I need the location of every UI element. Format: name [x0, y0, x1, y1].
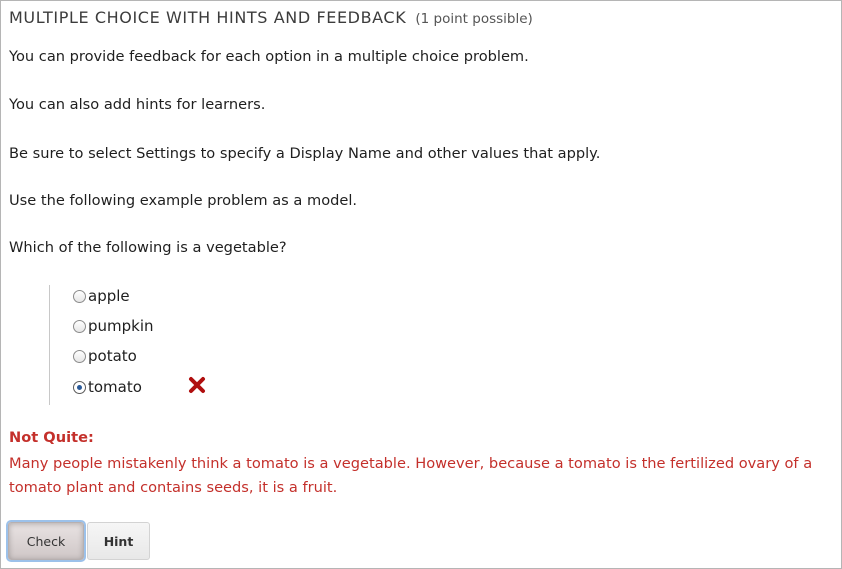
intro-paragraph-model: Use the following example problem as a m… — [9, 192, 358, 209]
intro-paragraph-feedback: You can provide feedback for each option… — [9, 48, 529, 65]
question-text: Which of the following is a vegetable? — [9, 239, 287, 256]
intro-paragraph-settings: Be sure to select Settings to specify a … — [9, 145, 601, 162]
problem-title: MULTIPLE CHOICE WITH HINTS AND FEEDBACK — [9, 8, 407, 27]
points-possible: (1 point possible) — [415, 11, 533, 27]
choice-potato[interactable]: potato — [73, 345, 137, 367]
choice-label[interactable]: pumpkin — [88, 317, 154, 335]
choice-pumpkin[interactable]: pumpkin — [73, 315, 154, 337]
radio-potato[interactable] — [73, 349, 86, 363]
choice-apple[interactable]: apple — [73, 285, 130, 307]
choice-group: apple pumpkin potato tomato — [49, 285, 250, 405]
choice-label[interactable]: potato — [88, 347, 137, 365]
intro-paragraph-hints: You can also add hints for learners. — [9, 96, 266, 113]
incorrect-x-icon — [189, 377, 205, 393]
feedback-message: Many people mistakenly think a tomato is… — [9, 455, 813, 496]
choice-label[interactable]: tomato — [88, 378, 142, 396]
problem-header: MULTIPLE CHOICE WITH HINTS AND FEEDBACK … — [9, 8, 533, 27]
hint-button[interactable]: Hint — [87, 522, 150, 560]
problem-container: MULTIPLE CHOICE WITH HINTS AND FEEDBACK … — [0, 0, 842, 569]
radio-tomato[interactable] — [73, 380, 86, 394]
choice-tomato[interactable]: tomato — [73, 376, 205, 398]
check-button[interactable]: Check — [8, 522, 84, 560]
radio-pumpkin[interactable] — [73, 319, 86, 333]
choice-label[interactable]: apple — [88, 287, 130, 305]
feedback-heading: Not Quite: — [9, 429, 94, 446]
radio-apple[interactable] — [73, 289, 86, 303]
